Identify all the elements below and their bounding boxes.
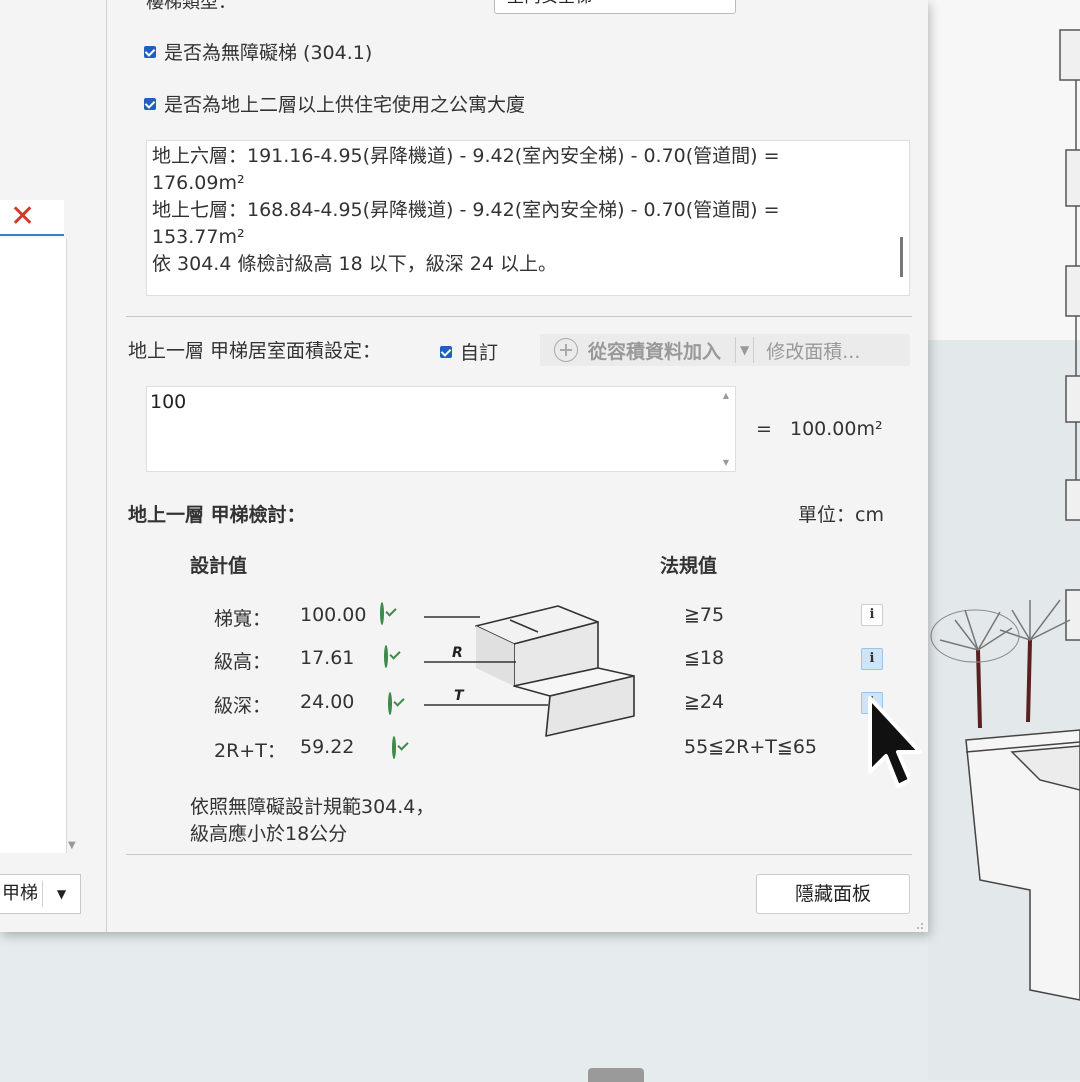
stair-dropdown[interactable]: 甲梯 ▼ <box>0 874 81 914</box>
scroll-down-icon[interactable]: ▼ <box>723 458 729 467</box>
checkbox-checked-icon[interactable] <box>440 345 452 358</box>
notes-scrollbar[interactable] <box>900 237 903 277</box>
note-line: 級高應小於18公分 <box>190 823 348 845</box>
apartment-checkbox[interactable]: 是否為地上二層以上供住宅使用之公寓大廈 <box>144 90 525 117</box>
stair-diagram: R T <box>424 605 635 737</box>
mouse-cursor-icon <box>868 696 922 788</box>
divider <box>126 316 912 317</box>
scroll-up-icon[interactable]: ▲ <box>723 391 729 400</box>
stair-type-select[interactable]: 室內安全梯 <box>494 0 736 14</box>
add-from-volume-button[interactable]: 從容積資料加入 <box>588 337 721 364</box>
custom-checkbox[interactable]: 自訂 <box>440 338 498 365</box>
divider <box>126 854 912 855</box>
width-label: 梯寬： <box>214 608 272 630</box>
accessible-stair-checkbox[interactable]: 是否為無障礙梯 (304.1) <box>144 38 372 65</box>
tread-label: 級深： <box>214 695 272 717</box>
info-icon[interactable]: i <box>861 648 883 670</box>
hide-panel-button[interactable]: 隱藏面板 <box>756 874 910 914</box>
apartment-label: 是否為地上二層以上供住宅使用之公寓大廈 <box>164 94 526 116</box>
notes-line: 153.77m² <box>152 226 245 248</box>
riser-diagram-label: R <box>452 645 463 661</box>
formula-code: 55≦2R+T≦65 <box>684 736 818 758</box>
area-result: 100.00m² <box>790 418 883 440</box>
notes-line: 176.09m² <box>152 172 245 194</box>
chevron-down-icon[interactable]: ▼ <box>735 337 755 363</box>
checkbox-checked-icon[interactable] <box>144 97 156 110</box>
formula-value: 59.22 <box>300 736 355 758</box>
check-ok-icon <box>392 736 396 759</box>
scroll-down-icon[interactable]: ▼ <box>68 840 76 851</box>
left-pane: ✕ ▼ 甲梯 ▼ <box>0 0 107 932</box>
check-ok-icon <box>388 692 392 715</box>
riser-label: 級高： <box>214 651 272 673</box>
info-icon[interactable]: i <box>861 604 883 626</box>
tread-value: 24.00 <box>300 691 355 713</box>
note-line: 依照無障礙設計規範304.4， <box>190 796 435 818</box>
notes-line: 依 304.4 條檢討級高 18 以下，級深 24 以上。 <box>152 253 557 275</box>
check-ok-icon <box>380 602 384 625</box>
close-icon[interactable]: ✕ <box>10 200 35 234</box>
plus-circle-icon <box>554 338 578 362</box>
modify-area-button[interactable]: 修改面積... <box>766 337 860 364</box>
design-value-header: 設計值 <box>190 555 248 577</box>
chevron-down-icon[interactable]: ▼ <box>43 887 80 901</box>
area-setting-label: 地上一層 甲梯居室面積設定： <box>128 340 382 362</box>
unit-label: 單位：cm <box>798 504 884 526</box>
width-code: ≧75 <box>684 604 725 626</box>
checkbox-checked-icon[interactable] <box>144 45 156 58</box>
left-input-field[interactable]: ✕ <box>0 200 64 236</box>
calculation-notes[interactable]: 地上六層：191.16-4.95(昇降機道) - 9.42(室內安全梯) - 0… <box>146 140 910 296</box>
width-value: 100.00 <box>300 604 367 626</box>
area-input[interactable]: 100 ▲ ▼ <box>146 386 736 472</box>
check-ok-icon <box>384 645 388 668</box>
formula-label: 2R+T： <box>214 740 286 762</box>
notes-line: 地上六層：191.16-4.95(昇降機道) - 9.42(室內安全梯) - 0… <box>152 145 780 167</box>
review-title: 地上一層 甲梯檢討： <box>128 504 306 526</box>
accessible-stair-label: 是否為無障礙梯 (304.1) <box>164 42 373 64</box>
notes-line: 地上七層：168.84-4.95(昇降機道) - 9.42(室內安全梯) - 0… <box>152 199 780 221</box>
riser-value: 17.61 <box>300 647 355 669</box>
review-note: 依照無障礙設計規範304.4， 級高應小於18公分 <box>190 794 434 848</box>
area-input-value: 100 <box>150 391 187 413</box>
properties-panel: ✕ ▼ 甲梯 ▼ 樓梯類型： 室內安全梯 是否為無障礙梯 (304.1) 是否為… <box>0 0 928 932</box>
equals-sign: = <box>756 418 772 440</box>
resize-grip-icon[interactable] <box>914 922 924 932</box>
stair-dropdown-label: 甲梯 <box>0 881 43 907</box>
tread-diagram-label: T <box>454 688 465 704</box>
left-list[interactable] <box>0 238 67 853</box>
code-value-header: 法規值 <box>660 555 718 577</box>
area-button-group: 從容積資料加入 ▼ 修改面積... <box>540 334 910 366</box>
stair-type-label: 樓梯類型： <box>146 0 236 13</box>
tread-code: ≧24 <box>684 691 725 713</box>
custom-label: 自訂 <box>460 342 499 364</box>
riser-code: ≦18 <box>684 647 725 669</box>
